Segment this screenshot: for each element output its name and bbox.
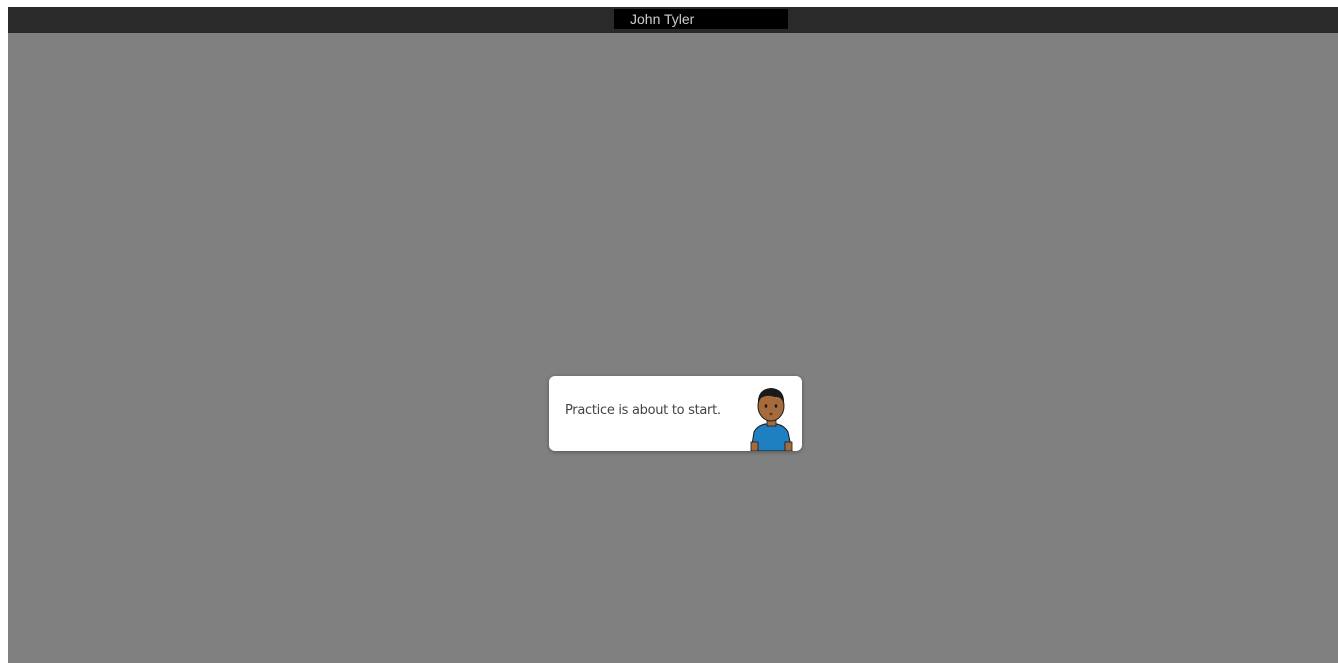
dialog-message: Practice is about to start. <box>565 403 721 418</box>
app-frame: John Tyler Practice is about to start. <box>8 7 1338 663</box>
practice-start-dialog: Practice is about to start. <box>549 376 802 451</box>
user-name-label: John Tyler <box>614 9 788 29</box>
top-bar: John Tyler <box>8 7 1338 33</box>
practice-stage: Practice is about to start. <box>8 33 1338 663</box>
boy-avatar-icon <box>750 388 793 451</box>
